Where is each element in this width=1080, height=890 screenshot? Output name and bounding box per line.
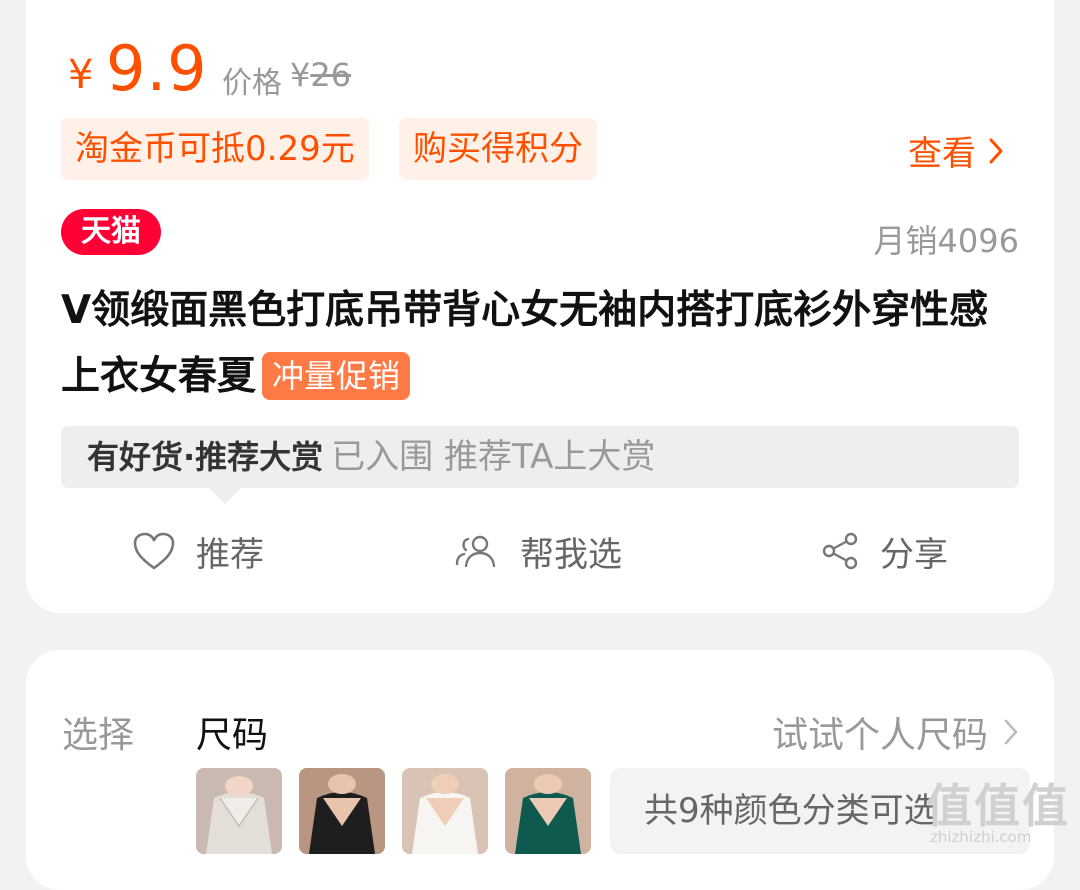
color-options-label: 共9种颜色分类可选	[644, 791, 938, 831]
people-icon	[455, 535, 496, 568]
help-me-choose-label: 帮我选	[520, 534, 622, 575]
watermark-logo: 值值值	[926, 779, 1070, 833]
recommend-button[interactable]: 推荐	[132, 526, 264, 576]
recommend-award-text: 有好货·推荐大赏 已入围 推荐TA上大赏	[87, 426, 655, 488]
thumbnail-image	[196, 768, 282, 854]
personal-size-link[interactable]: 试试个人尺码	[772, 706, 1018, 758]
price-symbol: ¥	[68, 52, 94, 98]
price-value: 9.9	[106, 32, 208, 105]
selection-label: 选择	[62, 715, 135, 756]
product-title: V领缎面黑色打底吊带背心女无袖内搭打底衫外穿性感上衣女春夏 冲量促销	[61, 278, 1021, 410]
tmall-badge: 天猫	[61, 209, 161, 255]
selection-card: 选择 尺码 试试个人尺码 共9种颜色分类可选	[26, 650, 1054, 890]
thumbnail-image	[505, 768, 591, 854]
help-me-choose-button[interactable]: 帮我选	[454, 526, 622, 576]
view-details-link[interactable]: 查看	[908, 126, 1004, 175]
original-price: ¥26	[290, 56, 351, 94]
earn-points-tag[interactable]: 购买得积分	[399, 118, 597, 180]
product-title-text: V领缎面黑色打底吊带背心女无袖内搭打底衫外穿性感上衣女春夏	[61, 288, 989, 399]
share-icon	[822, 532, 858, 570]
selection-value[interactable]: 尺码	[196, 706, 268, 758]
product-card: ¥ 9.9 价格 ¥26 淘金币可抵0.29元 购买得积分 查看 天猫 月销40…	[26, 0, 1054, 613]
original-price-symbol: ¥	[290, 56, 311, 94]
color-thumbnail[interactable]	[196, 768, 282, 854]
monthly-sales: 月销4096	[873, 222, 1019, 260]
share-button[interactable]: 分享	[820, 526, 948, 576]
recommend-award-brand: 有好货·推荐大赏	[87, 438, 324, 476]
original-price-value: 26	[310, 56, 352, 94]
watermark: 值值值 zhizhizhi.com	[926, 770, 1076, 856]
share-label: 分享	[880, 534, 948, 575]
coin-discount-tag[interactable]: 淘金币可抵0.29元	[61, 118, 369, 180]
color-thumbnail[interactable]	[402, 768, 488, 854]
personal-size-label: 试试个人尺码	[771, 715, 988, 756]
recommend-award-bar[interactable]: 有好货·推荐大赏 已入围 推荐TA上大赏	[61, 426, 1019, 504]
thumbnail-image	[402, 768, 488, 854]
recommend-bar-pointer	[209, 488, 241, 504]
watermark-url: zhizhizhi.com	[930, 828, 1032, 846]
chevron-right-icon	[1004, 719, 1018, 745]
color-thumbnail[interactable]	[505, 768, 591, 854]
promo-badge: 冲量促销	[262, 351, 411, 400]
color-thumbnail[interactable]	[299, 768, 385, 854]
recommend-label: 推荐	[196, 534, 264, 575]
chevron-right-icon	[989, 138, 1003, 163]
thumbnail-image	[299, 768, 385, 854]
heart-icon	[133, 532, 175, 570]
recommend-award-status: 已入围 推荐TA上大赏	[331, 437, 656, 477]
original-price-label: 价格	[222, 66, 282, 101]
view-label: 查看	[908, 134, 976, 174]
